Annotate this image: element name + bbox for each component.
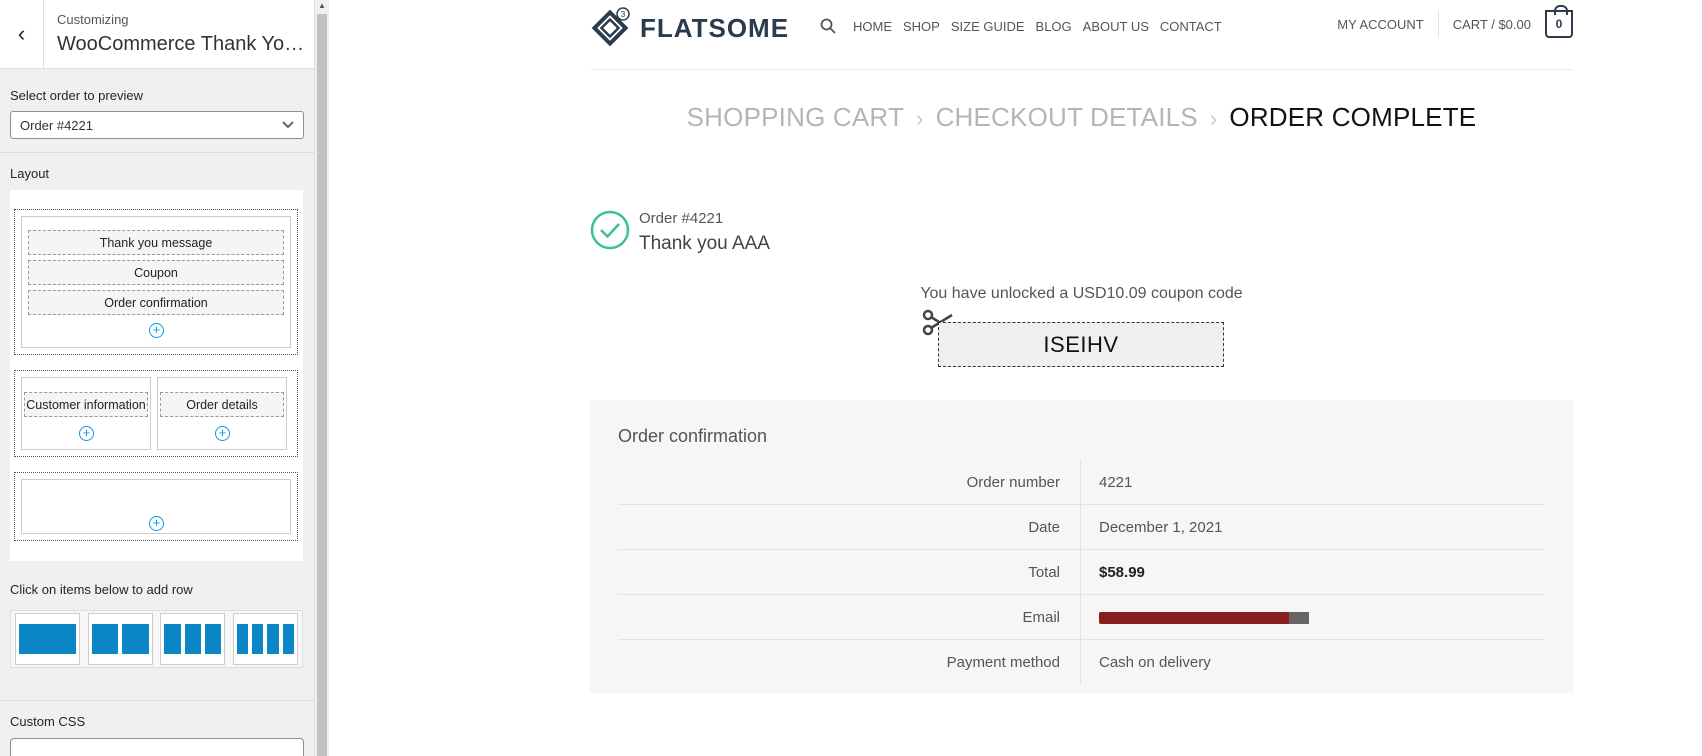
thank-you-section: Order #4221 Thank you AAA <box>590 210 770 255</box>
site-logo[interactable]: 3 FLATSOME <box>590 6 789 50</box>
order-preview-select[interactable]: Order #4221 <box>10 111 304 139</box>
row-2-columns-option[interactable] <box>87 613 153 665</box>
step-separator-icon: › <box>916 106 924 131</box>
row-type-picker <box>10 610 303 668</box>
row-4-columns-option[interactable] <box>232 613 298 665</box>
layout-row-2[interactable]: Customer information + Order details + <box>14 370 298 457</box>
customizer-panel: ‹ Customizing WooCommerce Thank You P...… <box>0 0 315 756</box>
customizer-header: ‹ Customizing WooCommerce Thank You P... <box>0 0 314 69</box>
block-customer-information[interactable]: Customer information <box>24 392 148 417</box>
add-block-plus-icon[interactable]: + <box>149 323 164 338</box>
logo-text: FLATSOME <box>640 12 790 43</box>
header-account-cart: MY ACCOUNT CART / $0.00 0 <box>1323 5 1573 38</box>
block-order-details[interactable]: Order details <box>160 392 284 417</box>
nav-size-guide[interactable]: SIZE GUIDE <box>951 19 1025 34</box>
panel-scrollbar[interactable]: ▲ <box>315 0 329 756</box>
cart-bag-icon[interactable]: 0 <box>1545 5 1573 38</box>
search-icon[interactable] <box>820 18 836 34</box>
table-row: Order number 4221 <box>618 460 1545 505</box>
block-coupon[interactable]: Coupon <box>28 260 284 285</box>
checkout-steps: SHOPPING CART › CHECKOUT DETAILS › ORDER COM… <box>590 102 1573 133</box>
table-row: Payment method Cash on delivery <box>618 640 1545 685</box>
my-account-link[interactable]: MY ACCOUNT <box>1323 17 1437 32</box>
row-1-column-option[interactable] <box>15 613 80 665</box>
row-label: Total <box>618 550 1081 594</box>
nav-about-us[interactable]: ABOUT US <box>1083 19 1149 34</box>
row-value <box>1081 595 1309 639</box>
row-3-columns-option[interactable] <box>160 613 226 665</box>
table-row: Date December 1, 2021 <box>618 505 1545 550</box>
row-value: December 1, 2021 <box>1099 519 1223 536</box>
step-order-complete: ORDER COMPLETE <box>1229 102 1477 132</box>
chevron-down-icon <box>282 121 294 129</box>
thank-you-message: Thank you AAA <box>639 233 770 254</box>
layout-column: Customer information + <box>21 377 151 450</box>
divider <box>0 152 314 153</box>
order-number-heading: Order #4221 <box>639 210 724 227</box>
site-header: 3 FLATSOME HOME SHOP SIZE GUIDE BLOG ABO… <box>590 0 1573 70</box>
nav-home[interactable]: HOME <box>853 19 892 34</box>
step-separator-icon: › <box>1209 106 1218 131</box>
step-shopping-cart[interactable]: SHOPPING CART <box>687 102 904 132</box>
nav-contact[interactable]: CONTACT <box>1160 19 1222 34</box>
layout-column: Thank you message Coupon Order confirmat… <box>21 216 291 348</box>
custom-css-textarea[interactable] <box>10 738 304 756</box>
layout-row-3[interactable]: + <box>14 472 298 541</box>
chevron-left-icon: ‹ <box>17 21 26 46</box>
site-preview: 3 FLATSOME HOME SHOP SIZE GUIDE BLOG ABO… <box>330 0 1702 756</box>
layout-column: + <box>21 479 291 534</box>
nav-shop[interactable]: SHOP <box>903 19 940 34</box>
customizer-heading: Customizing WooCommerce Thank You P... <box>44 0 307 68</box>
block-order-confirmation[interactable]: Order confirmation <box>28 290 284 315</box>
step-checkout-details[interactable]: CHECKOUT DETAILS <box>936 102 1198 132</box>
back-button[interactable]: ‹ <box>0 0 44 68</box>
coupon-text: You have unlocked a USD10.09 coupon code <box>920 285 1243 302</box>
layout-label: Layout <box>10 166 50 181</box>
order-confirmation-section: Order confirmation Order number 4221 Dat… <box>590 400 1573 693</box>
scroll-thumb[interactable] <box>317 14 327 756</box>
block-thank-you-message[interactable]: Thank you message <box>28 230 284 255</box>
add-block-plus-icon[interactable]: + <box>79 426 94 441</box>
add-block-plus-icon[interactable]: + <box>215 426 230 441</box>
redacted-email <box>1099 612 1309 625</box>
row-value: Cash on delivery <box>1099 654 1211 671</box>
table-row: Total $58.99 <box>618 550 1545 595</box>
layout-row-1[interactable]: Thank you message Coupon Order confirmat… <box>14 209 298 355</box>
svg-text:3: 3 <box>621 10 626 19</box>
layout-builder: Thank you message Coupon Order confirmat… <box>10 190 303 561</box>
table-row: Email <box>618 595 1545 640</box>
row-label: Email <box>618 595 1081 639</box>
order-confirmation-title: Order confirmation <box>618 426 768 446</box>
order-confirmation-table: Order number 4221 Date December 1, 2021 … <box>618 460 1545 685</box>
custom-css-label: Custom CSS <box>10 714 86 729</box>
row-value: $58.99 <box>1099 564 1145 581</box>
row-label: Payment method <box>618 640 1081 685</box>
layout-column: Order details + <box>157 377 287 450</box>
cart-link[interactable]: CART / $0.00 <box>1439 17 1545 32</box>
coupon-code[interactable]: ISEIHV <box>938 322 1224 367</box>
customizer-title: WooCommerce Thank You P... <box>57 33 307 55</box>
scroll-up-icon[interactable]: ▲ <box>318 1 326 10</box>
main-nav: HOME SHOP SIZE GUIDE BLOG ABOUT US CONTA… <box>820 18 1222 34</box>
row-value: 4221 <box>1099 474 1133 491</box>
nav-blog[interactable]: BLOG <box>1036 19 1072 34</box>
row-label: Order number <box>618 460 1081 504</box>
order-select-value: Order #4221 <box>20 117 93 133</box>
row-label: Date <box>618 505 1081 549</box>
divider <box>0 700 314 701</box>
select-order-label: Select order to preview <box>10 88 143 103</box>
cart-count: 0 <box>1555 17 1563 31</box>
flatsome-logo-icon: 3 <box>591 7 630 47</box>
check-circle-icon <box>590 210 630 250</box>
customizing-label: Customizing <box>57 12 129 27</box>
add-row-label: Click on items below to add row <box>10 582 193 597</box>
add-block-plus-icon[interactable]: + <box>149 516 164 531</box>
